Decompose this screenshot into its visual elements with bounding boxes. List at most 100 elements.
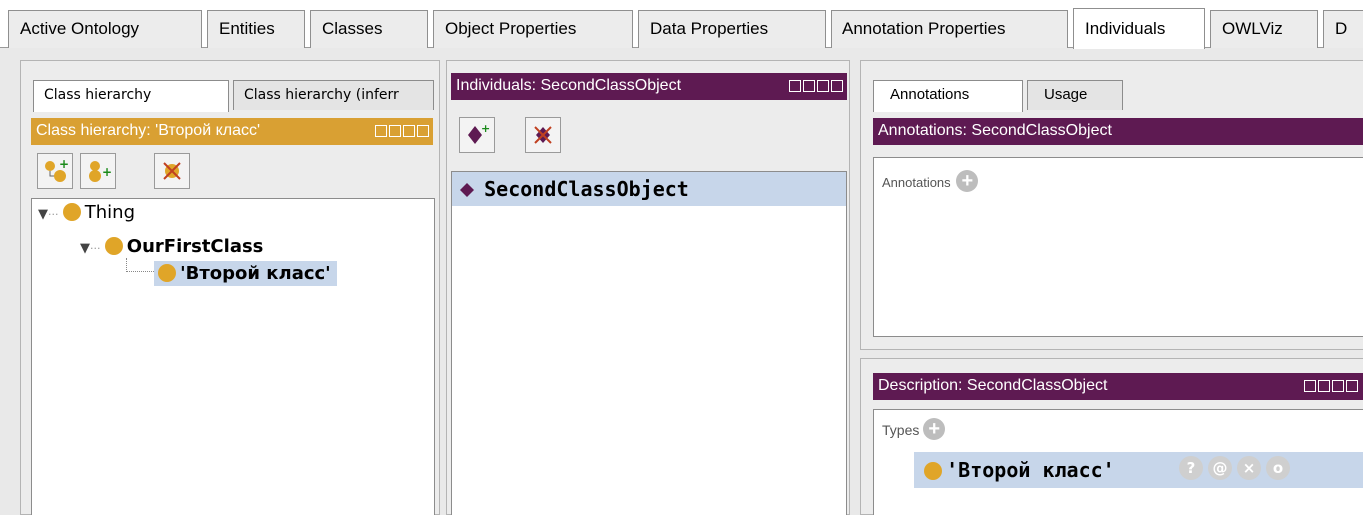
- view-window-controls: [1304, 380, 1358, 392]
- delete-class-button[interactable]: [154, 153, 190, 189]
- class-tree: ▼··· Thing ▼··· OurFirstClass 'Второй кл…: [31, 198, 435, 515]
- list-item[interactable]: SecondClassObject: [452, 172, 846, 206]
- tab-active-ontology[interactable]: Active Ontology: [8, 10, 202, 48]
- tree-connector: [126, 258, 154, 272]
- types-section: Types +: [882, 418, 946, 440]
- tab-entities[interactable]: Entities: [207, 10, 305, 48]
- tab-class-hierarchy-inferred[interactable]: Class hierarchy (inferr: [233, 80, 434, 110]
- class-label: 'Второй класс': [180, 263, 331, 284]
- tree-node-thing[interactable]: ▼··· Thing: [38, 202, 135, 223]
- description-editor: Types + 'Второй класс' ? @ × o: [873, 409, 1363, 515]
- tab-owlviz[interactable]: OWLViz: [1210, 10, 1318, 48]
- tab-class-hierarchy[interactable]: Class hierarchy: [33, 80, 229, 112]
- tab-label: Annotation Properties: [842, 19, 1006, 38]
- annotations-panel: Annotations Usage Annotations: SecondCla…: [860, 60, 1363, 350]
- section-label: Annotations: [882, 175, 951, 190]
- add-individual-icon: +: [468, 122, 490, 144]
- remove-icon[interactable]: ×: [1237, 456, 1261, 480]
- class-icon: [62, 203, 81, 221]
- type-row[interactable]: 'Второй класс' ? @ × o: [914, 452, 1363, 488]
- svg-text:+: +: [481, 122, 490, 135]
- class-label: OurFirstClass: [126, 236, 264, 257]
- class-icon: [158, 264, 176, 282]
- delete-individual-icon: [534, 126, 552, 144]
- add-sibling-class-icon: +: [89, 161, 111, 182]
- tab-classes[interactable]: Classes: [310, 10, 428, 48]
- individual-label: SecondClassObject: [484, 177, 689, 201]
- tab-data-properties[interactable]: Data Properties: [638, 10, 826, 48]
- float-view-icon[interactable]: [817, 80, 829, 92]
- split-horizontal-icon[interactable]: [803, 80, 815, 92]
- tab-label: Individuals: [1085, 19, 1166, 38]
- add-annotation-icon[interactable]: +: [956, 170, 979, 192]
- tab-label: Class hierarchy (inferr: [244, 87, 399, 103]
- tab-annotations[interactable]: Annotations: [873, 80, 1023, 112]
- section-label: Types: [882, 422, 920, 438]
- class-label: Thing: [84, 202, 136, 223]
- delete-class-icon: [163, 162, 181, 180]
- float-view-icon[interactable]: [1332, 380, 1344, 392]
- view-title: Individuals: SecondClassObject: [456, 77, 682, 94]
- edit-icon[interactable]: o: [1266, 456, 1290, 480]
- individual-diamond-icon: [460, 183, 474, 197]
- split-horizontal-icon[interactable]: [389, 125, 401, 137]
- add-subclass-icon: +: [45, 158, 68, 182]
- tab-label: Usage: [1044, 86, 1088, 103]
- collapse-arrow-icon[interactable]: ▼: [80, 241, 90, 256]
- view-title: Description: SecondClassObject: [878, 377, 1108, 394]
- tab-label: Data Properties: [650, 19, 769, 38]
- split-vertical-icon[interactable]: [789, 80, 801, 92]
- tab-label: Object Properties: [445, 19, 577, 38]
- view-title: Class hierarchy: 'Второй класс': [36, 122, 261, 139]
- split-vertical-icon[interactable]: [375, 125, 387, 137]
- annotations-header: Annotations: SecondClassObject: [873, 118, 1363, 145]
- tab-label: Classes: [322, 19, 383, 38]
- split-horizontal-icon[interactable]: [1318, 380, 1330, 392]
- view-title: Annotations: SecondClassObject: [878, 122, 1112, 139]
- individuals-list: SecondClassObject: [451, 171, 847, 515]
- delete-individual-button[interactable]: [525, 117, 561, 153]
- collapse-arrow-icon[interactable]: ▼: [38, 207, 48, 222]
- class-icon: [924, 462, 942, 480]
- main-tab-bar: Active Ontology Entities Classes Object …: [0, 0, 1363, 49]
- close-view-icon[interactable]: [1346, 380, 1358, 392]
- tab-label: D: [1335, 19, 1348, 38]
- view-window-controls: [375, 125, 429, 137]
- close-view-icon[interactable]: [831, 80, 843, 92]
- svg-text:+: +: [59, 158, 68, 171]
- tab-annotation-properties[interactable]: Annotation Properties: [831, 10, 1068, 48]
- tab-object-properties[interactable]: Object Properties: [433, 10, 633, 48]
- annotate-icon[interactable]: @: [1208, 456, 1232, 480]
- tree-node-ourfirstclass[interactable]: ▼··· OurFirstClass: [80, 236, 263, 257]
- tab-more[interactable]: D: [1323, 10, 1363, 48]
- individuals-panel: Individuals: SecondClassObject + SecondC…: [446, 60, 850, 515]
- close-view-icon[interactable]: [417, 125, 429, 137]
- add-type-icon[interactable]: +: [923, 418, 946, 440]
- float-view-icon[interactable]: [403, 125, 415, 137]
- split-vertical-icon[interactable]: [1304, 380, 1316, 392]
- tab-label: OWLViz: [1222, 19, 1283, 38]
- svg-text:+: +: [102, 165, 111, 179]
- type-label: 'Второй класс': [946, 458, 1115, 482]
- description-panel: Description: SecondClassObject Types + '…: [860, 358, 1363, 515]
- individuals-header: Individuals: SecondClassObject: [451, 73, 847, 100]
- tab-label: Class hierarchy: [44, 87, 152, 103]
- class-hierarchy-header: Class hierarchy: 'Второй класс': [31, 118, 433, 145]
- tab-label: Annotations: [890, 86, 970, 103]
- tree-node-vtoroy-klass[interactable]: 'Второй класс': [154, 261, 337, 286]
- add-subclass-button[interactable]: +: [37, 153, 73, 189]
- tab-label: Active Ontology: [20, 19, 140, 38]
- workspace: Class hierarchy Class hierarchy (inferr …: [0, 48, 1363, 515]
- tab-label: Entities: [219, 19, 275, 38]
- add-sibling-class-button[interactable]: +: [80, 153, 116, 189]
- explain-icon[interactable]: ?: [1179, 456, 1203, 480]
- class-hierarchy-panel: Class hierarchy Class hierarchy (inferr …: [20, 60, 440, 515]
- add-individual-button[interactable]: +: [459, 117, 495, 153]
- view-window-controls: [789, 80, 843, 92]
- tab-usage[interactable]: Usage: [1027, 80, 1123, 110]
- annotations-section: Annotations +: [882, 170, 979, 192]
- tab-individuals[interactable]: Individuals: [1073, 8, 1205, 49]
- description-header: Description: SecondClassObject: [873, 373, 1363, 400]
- class-icon: [104, 237, 123, 255]
- annotations-editor: Annotations +: [873, 157, 1363, 337]
